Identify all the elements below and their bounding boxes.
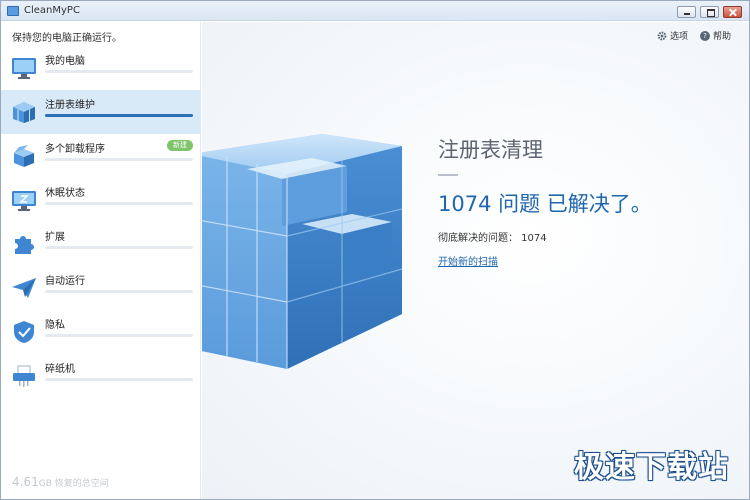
new-badge: 新建: [167, 140, 193, 151]
title-bar[interactable]: CleanMyPC: [1, 1, 749, 21]
sidebar-tagline: 保持您的电脑正确运行。: [12, 33, 122, 44]
minimize-button[interactable]: [677, 6, 696, 18]
maximize-button[interactable]: [700, 6, 719, 18]
help-button[interactable]: ? 帮助: [699, 29, 731, 42]
monitor-icon: [12, 58, 36, 79]
sidebar-item-progress: [45, 378, 193, 381]
sidebar-item-shredder[interactable]: 碎纸机: [1, 354, 201, 398]
window-title: CleanMyPC: [24, 5, 80, 16]
sidebar-item-progress: [45, 114, 193, 117]
sidebar-item-progress: [45, 334, 193, 337]
top-links: 选项 ? 帮助: [657, 29, 731, 42]
sidebar-item-label: 我的电脑: [45, 56, 85, 67]
rescan-link[interactable]: 开始新的扫描: [438, 253, 498, 268]
recovered-space-text: 恢复的总空间: [54, 479, 109, 489]
main-panel: 选项 ? 帮助 注册表清理 1074 问题 已解决了。 彻底解决的问题： 107…: [202, 22, 749, 499]
recovered-space-unit: GB: [38, 479, 52, 489]
puzzle-icon: [15, 236, 34, 254]
sidebar-item-registry[interactable]: 注册表维护: [1, 90, 201, 134]
maximize-icon: [701, 7, 718, 17]
app-icon: [7, 6, 19, 16]
sidebar-item-my-computer[interactable]: 我的电脑: [1, 46, 201, 90]
sidebar: 保持您的电脑正确运行。 我的电脑 注册表维护 多个卸载程序 新建 休眠状态 扩展…: [1, 22, 201, 499]
sidebar-item-label: 隐私: [45, 320, 65, 331]
close-icon: [724, 7, 741, 17]
sidebar-item-uninstaller[interactable]: 多个卸载程序 新建: [1, 134, 201, 178]
sidebar-item-hibernate[interactable]: 休眠状态: [1, 178, 201, 222]
sidebar-item-privacy[interactable]: 隐私: [1, 310, 201, 354]
sidebar-item-label: 扩展: [45, 232, 65, 243]
help-icon: ?: [699, 30, 710, 41]
recovered-space: 4.61GB 恢复的总空间: [12, 475, 109, 489]
app-window: CleanMyPC 保持您的电脑正确运行。 我的电脑 注册表维护 多个卸载程序 …: [0, 0, 750, 500]
paper-plane-icon: [12, 278, 36, 298]
sidebar-item-label: 多个卸载程序: [45, 144, 105, 155]
sidebar-item-progress: [45, 70, 193, 73]
sidebar-item-label: 注册表维护: [45, 100, 95, 111]
sidebar-item-label: 碎纸机: [45, 364, 75, 375]
help-label: 帮助: [712, 32, 731, 42]
sidebar-item-progress: [45, 202, 193, 205]
page-title: 注册表清理: [438, 138, 543, 162]
options-label: 选项: [669, 32, 688, 42]
gear-icon: [657, 31, 667, 40]
sidebar-item-progress: [45, 290, 193, 293]
sidebar-item-label: 休眠状态: [45, 188, 85, 199]
hibernate-monitor-icon: [12, 191, 36, 211]
recovered-space-amount: 4.61: [12, 475, 39, 489]
sidebar-item-extensions[interactable]: 扩展: [1, 222, 201, 266]
shield-icon: [14, 321, 34, 343]
title-divider: [438, 174, 458, 176]
sidebar-item-progress: [45, 158, 193, 161]
shredder-icon: [13, 365, 35, 387]
sidebar-item-label: 自动运行: [45, 276, 85, 287]
result-detail: 彻底解决的问题： 1074: [438, 233, 547, 244]
watermark: 极速下载站: [574, 450, 729, 485]
sidebar-item-progress: [45, 246, 193, 249]
registry-cube-icon: [13, 102, 35, 123]
minimize-icon: [678, 7, 695, 17]
result-summary: 1074 问题 已解决了。: [438, 192, 652, 216]
uninstaller-box-icon: [14, 145, 34, 167]
registry-cube-illustration: [202, 134, 403, 369]
options-button[interactable]: 选项: [657, 29, 688, 42]
close-button[interactable]: [723, 6, 742, 18]
sidebar-item-autorun[interactable]: 自动运行: [1, 266, 201, 310]
